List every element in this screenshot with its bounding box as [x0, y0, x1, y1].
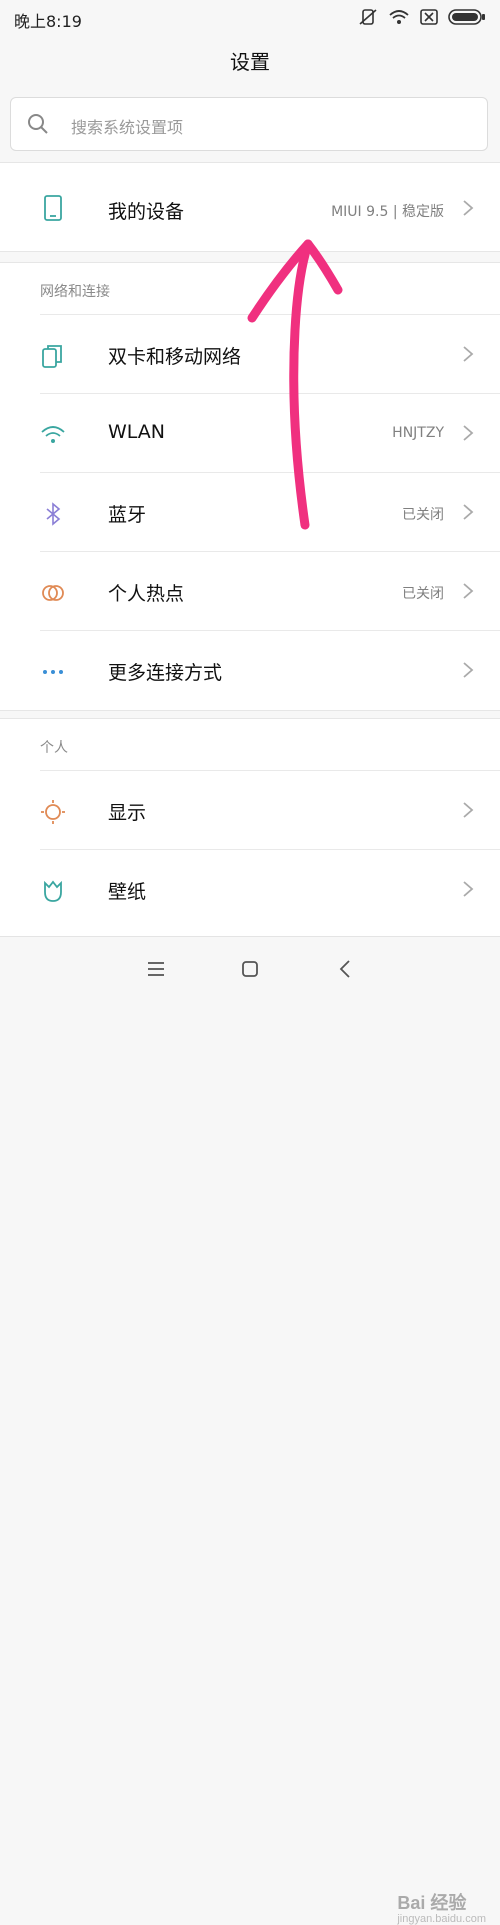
status-time: 晚上8:19	[14, 12, 82, 31]
chevron-right-icon	[463, 662, 474, 678]
list-item-dual-sim[interactable]: 双卡和移动网络	[0, 315, 500, 394]
watermark-url: jingyan.baidu.com	[397, 1913, 486, 1925]
personal-heading-label: 个人	[40, 740, 68, 756]
my-device-item[interactable]: 我的设备 MIUI 9.5 | 稳定版	[0, 163, 500, 251]
my-device-label: 我的设备	[108, 201, 185, 223]
home-icon[interactable]	[238, 957, 262, 981]
list-item-more-connections[interactable]: 更多连接方式	[0, 631, 500, 710]
bluetooth-label: 蓝牙	[108, 504, 147, 526]
more-connections-label: 更多连接方式	[108, 662, 223, 684]
hotspot-label: 个人热点	[108, 583, 185, 605]
baidu-jingyan-watermark: Bai 经验 jingyan.baidu.com	[397, 1889, 486, 1925]
title-bar: 设置	[0, 36, 500, 88]
bluetooth-value: 已关闭	[402, 507, 444, 523]
menu-icon[interactable]	[144, 957, 168, 981]
phone-icon	[44, 195, 62, 221]
dual-sim-icon	[42, 345, 62, 368]
chevron-right-icon	[463, 802, 474, 818]
navigation-bar: Bai 经验 jingyan.baidu.com	[0, 936, 500, 1925]
chevron-right-icon	[463, 583, 474, 599]
back-icon[interactable]	[334, 957, 358, 981]
device-card: 我的设备 MIUI 9.5 | 稳定版	[0, 162, 500, 252]
search-input[interactable]: 搜索系统设置项	[10, 97, 488, 151]
status-icons	[358, 8, 486, 26]
chevron-right-icon	[463, 881, 474, 897]
vibrate-off-icon	[359, 9, 377, 25]
list-item-wlan[interactable]: WLAN HNJTZY	[0, 394, 500, 473]
display-label: 显示	[108, 802, 147, 824]
sim-none-icon	[420, 9, 438, 25]
page-title: 设置	[230, 50, 270, 74]
personal-section: 个人 显示 壁纸	[0, 718, 500, 936]
list-item-wallpaper[interactable]: 壁纸	[0, 850, 500, 929]
list-item-bluetooth[interactable]: 蓝牙 已关闭	[0, 473, 500, 552]
watermark-brand: Bai 经验	[397, 1893, 467, 1913]
wifi-status-icon	[389, 10, 409, 24]
battery-icon	[448, 9, 485, 25]
network-heading-label: 网络和连接	[40, 284, 110, 300]
chevron-right-icon	[463, 425, 474, 441]
tulip-icon	[44, 880, 62, 902]
dual-sim-label: 双卡和移动网络	[108, 346, 242, 368]
list-item-hotspot[interactable]: 个人热点 已关闭	[0, 552, 500, 631]
chevron-right-icon	[463, 346, 474, 362]
chevron-right-icon	[463, 504, 474, 520]
chevron-right-icon	[463, 200, 474, 216]
wallpaper-label: 壁纸	[108, 881, 147, 903]
personal-section-heading: 个人	[0, 719, 500, 771]
hotspot-icon	[42, 585, 64, 601]
search-icon	[28, 114, 48, 134]
wlan-value: HNJTZY	[392, 425, 444, 441]
bluetooth-icon	[46, 502, 61, 526]
network-section: 网络和连接 双卡和移动网络 WLAN HNJTZY 蓝牙 已关闭 个人热点 已关…	[0, 262, 500, 711]
search-placeholder: 搜索系统设置项	[71, 118, 184, 137]
hotspot-value: 已关闭	[402, 586, 444, 602]
brightness-icon	[41, 800, 65, 824]
list-item-display[interactable]: 显示	[0, 771, 500, 850]
my-device-value: MIUI 9.5 | 稳定版	[331, 204, 444, 220]
status-bar: 晚上8:19	[0, 0, 500, 36]
wifi-icon	[41, 426, 65, 443]
wlan-label: WLAN	[108, 421, 166, 443]
more-dots-icon	[43, 670, 63, 674]
network-section-heading: 网络和连接	[0, 263, 500, 315]
